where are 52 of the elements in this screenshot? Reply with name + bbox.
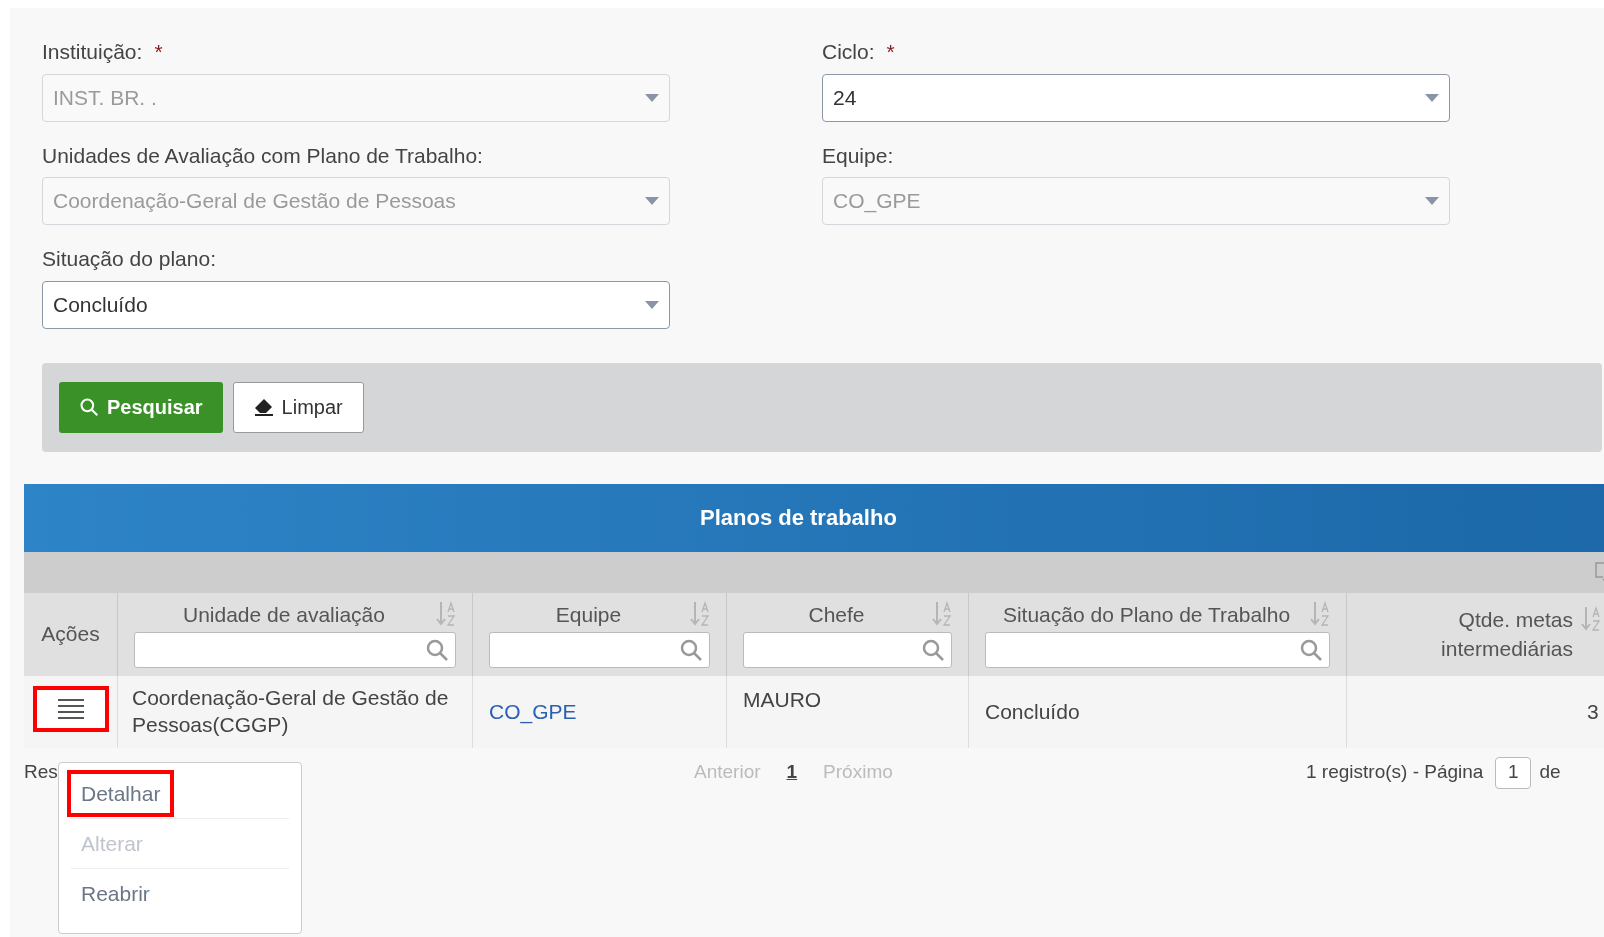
table-title: Planos de trabalho — [700, 504, 897, 532]
column-header: Unidade de avaliação — [118, 592, 473, 676]
menu-icon — [57, 696, 84, 721]
dropdown-caret-icon — [1425, 93, 1439, 102]
search-icon — [921, 638, 945, 662]
field-label: Equipe: — [822, 142, 894, 169]
column-header: Equipe — [473, 592, 727, 676]
search-icon — [425, 638, 449, 662]
column-header: Situação do Plano de Trabalho — [969, 592, 1347, 676]
sort-icon — [1581, 604, 1603, 633]
column-filter-input[interactable] — [985, 632, 1330, 668]
dropdown-caret-icon — [645, 93, 659, 102]
required-mark: * — [154, 39, 163, 65]
sort-icon — [1310, 600, 1332, 629]
sort-icon — [690, 600, 712, 629]
required-mark: * — [886, 39, 895, 65]
field-label: Unidades de Avaliação com Plano de Trabalho: — [42, 142, 483, 169]
search-button[interactable]: Pesquisar — [59, 381, 223, 433]
table-cell-text: 3 — [1587, 698, 1599, 725]
team-link[interactable]: CO_GPE — [489, 695, 577, 728]
dropdown-caret-icon — [1425, 197, 1439, 205]
page-link[interactable]: 1 — [786, 758, 798, 787]
menu-item[interactable]: Detalhar — [67, 769, 175, 818]
field-label: Situação do plano: — [42, 246, 216, 272]
actions-menu-button[interactable] — [32, 685, 109, 732]
search-icon — [1299, 638, 1323, 662]
records-text: 1 registro(s) - Página — [1306, 760, 1484, 785]
field-label: Ciclo: — [822, 39, 875, 65]
column-filter-input[interactable] — [134, 632, 456, 668]
menu-item[interactable]: Reabrir — [71, 874, 160, 914]
column-header: Qtde. metas intermediárias — [1347, 592, 1604, 676]
table-cell: MAURO — [743, 687, 822, 711]
dropdown-caret-icon — [645, 197, 659, 205]
page-total-text: de — [1539, 760, 1561, 785]
search-icon — [79, 397, 99, 417]
select-field[interactable]: 24 — [822, 73, 1450, 122]
select-field[interactable]: Concluído — [42, 280, 670, 329]
column-header: Ações — [24, 592, 118, 676]
page-input[interactable]: 1 — [1495, 756, 1532, 789]
eraser-icon — [253, 398, 274, 416]
table-cell-text: Concluído — [985, 698, 1080, 725]
results-text: Res — [24, 760, 59, 785]
sort-icon — [436, 600, 458, 629]
column-header: Chefe — [727, 592, 969, 676]
search-icon — [679, 638, 703, 662]
sort-icon — [932, 600, 954, 629]
dropdown-caret-icon — [645, 300, 659, 309]
column-filter-input[interactable] — [489, 632, 710, 668]
field-label: Instituição: — [42, 39, 143, 65]
table-cell-text: Coordenação-Geral de Gestão de Pessoas(CGGP) — [132, 684, 450, 738]
clear-button[interactable]: Limpar — [232, 381, 364, 433]
column-filter-input[interactable] — [743, 632, 952, 668]
